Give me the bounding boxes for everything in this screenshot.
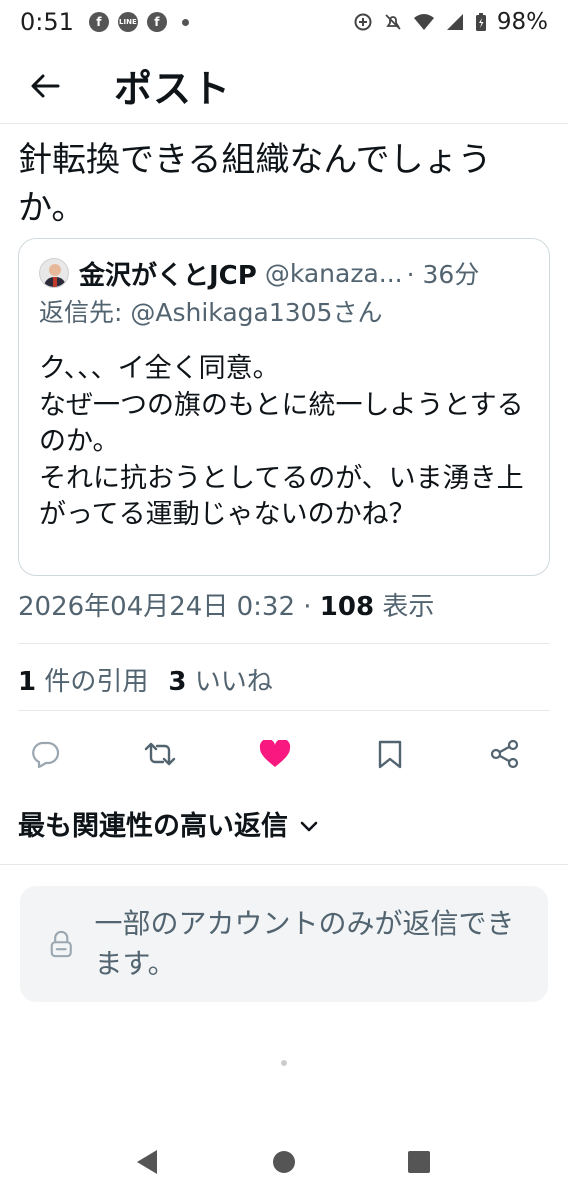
back-triangle-icon	[137, 1150, 157, 1174]
separator-dot: ·	[303, 592, 312, 622]
likes-count: 3	[168, 667, 187, 697]
share-icon	[490, 739, 519, 769]
lock-icon	[50, 930, 72, 958]
quote-reply-to: 返信先: @Ashikaga1305さん	[39, 298, 383, 327]
facebook-icon: f	[88, 12, 109, 32]
quoted-post[interactable]: 金沢がくとJCP @kanaza... · 36分 返信先: @Ashikaga…	[18, 238, 550, 576]
facebook-icon: f	[146, 12, 167, 32]
status-time: 0:51	[20, 8, 74, 36]
quote-author-row: 金沢がくとJCP @kanaza... · 36分	[39, 255, 529, 291]
views-count: 108	[319, 592, 375, 622]
reply-restriction-text: 一部のアカウントのみが返信できます。	[94, 907, 515, 980]
quotes-count: 1	[18, 667, 37, 697]
wifi-icon	[413, 14, 434, 30]
post-timestamp-row: 2026年04月24日 0:32 · 108 表示	[18, 589, 434, 625]
divider	[18, 710, 550, 711]
replies-sort-label: 最も関連性の高い返信	[18, 811, 288, 842]
likes-label: いいね	[194, 667, 273, 697]
like-icon	[259, 740, 291, 767]
retweet-button[interactable]	[135, 732, 185, 776]
quotes-label: 件の引用	[44, 667, 149, 697]
bookmark-button[interactable]	[365, 732, 415, 776]
replies-sort-dropdown[interactable]: 最も関連性の高い返信	[18, 808, 318, 846]
engagement-counts: 1 件の引用 3 いいね	[18, 664, 273, 700]
divider	[0, 864, 568, 865]
post-timestamp[interactable]: 2026年04月24日 0:32	[18, 592, 295, 622]
post-text: 針転換できる組織なんでしょうか。	[18, 140, 492, 228]
retweet-icon	[144, 742, 176, 766]
signal-icon	[446, 14, 463, 30]
home-circle-icon	[273, 1151, 295, 1173]
battery-percentage: 98%	[496, 9, 548, 35]
nav-recents-button[interactable]	[394, 1137, 444, 1187]
views-label: 表示	[382, 592, 435, 622]
divider	[18, 643, 550, 644]
likes-link[interactable]: 3 いいね	[168, 664, 272, 700]
app-header: ポスト	[0, 48, 568, 124]
page-title: ポスト	[114, 67, 232, 111]
quote-author-handle: @kanaza...	[264, 258, 403, 288]
quote-author-name[interactable]: 金沢がくとJCP	[79, 255, 257, 292]
quote-time: · 36分	[406, 260, 480, 289]
battery-icon	[475, 13, 486, 31]
avatar[interactable]	[39, 258, 69, 288]
like-button[interactable]	[250, 732, 300, 776]
quote-body: ク、、、イ全く同意。 なぜ一つの旗のもとに統一しようとするのか。 それに抗おうと…	[39, 353, 524, 530]
system-nav-bar	[0, 1130, 568, 1194]
bookmark-icon	[378, 740, 402, 769]
recents-square-icon	[408, 1151, 430, 1173]
action-bar	[20, 732, 530, 776]
back-button[interactable]	[10, 56, 80, 116]
reply-button[interactable]	[20, 732, 70, 776]
line-icon: LINE	[117, 12, 138, 32]
status-bar: 0:51 f LINE f 98%	[0, 0, 568, 44]
reply-icon	[32, 741, 60, 768]
more-notifications-icon	[181, 18, 189, 26]
quotes-link[interactable]: 1 件の引用	[18, 664, 148, 700]
nav-home-button[interactable]	[259, 1137, 309, 1187]
data-saver-icon	[354, 13, 372, 31]
scroll-indicator	[281, 1060, 287, 1066]
share-button[interactable]	[480, 732, 530, 776]
chevron-down-icon	[300, 821, 318, 832]
mute-icon	[385, 14, 401, 30]
nav-back-button[interactable]	[122, 1137, 172, 1187]
reply-restriction-notice: 一部のアカウントのみが返信できます。	[20, 886, 548, 1002]
back-arrow-icon	[31, 74, 60, 97]
